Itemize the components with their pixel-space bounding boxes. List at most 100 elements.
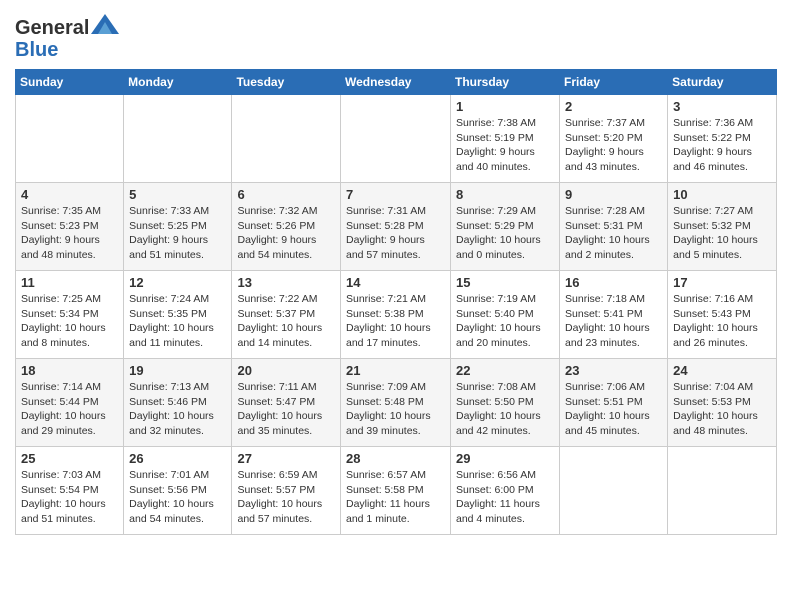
calendar-cell: 22 Sunrise: 7:08 AMSunset: 5:50 PMDayligh… [451,359,560,447]
logo: General Blue [15,14,119,61]
calendar-cell: 25 Sunrise: 7:03 AMSunset: 5:54 PMDayligh… [16,447,124,535]
day-info: Sunrise: 7:04 AMSunset: 5:53 PMDaylight:… [673,380,771,439]
day-info: Sunrise: 7:38 AMSunset: 5:19 PMDaylight:… [456,116,554,175]
calendar-cell: 10 Sunrise: 7:27 AMSunset: 5:32 PMDayligh… [668,183,777,271]
day-info: Sunrise: 7:35 AMSunset: 5:23 PMDaylight:… [21,204,118,263]
day-number: 1 [456,99,554,114]
day-number: 3 [673,99,771,114]
day-number: 25 [21,451,118,466]
calendar-cell: 19 Sunrise: 7:13 AMSunset: 5:46 PMDayligh… [124,359,232,447]
day-number: 24 [673,363,771,378]
calendar-cell: 9Sunrise: 7:28 AMSunset: 5:31 PMDaylight… [560,183,668,271]
day-info: Sunrise: 7:13 AMSunset: 5:46 PMDaylight:… [129,380,226,439]
col-header-saturday: Saturday [668,70,777,95]
day-number: 7 [346,187,445,202]
day-info: Sunrise: 7:18 AMSunset: 5:41 PMDaylight:… [565,292,662,351]
day-number: 15 [456,275,554,290]
calendar-cell: 2Sunrise: 7:37 AMSunset: 5:20 PMDaylight… [560,95,668,183]
logo-blue: Blue [15,39,58,61]
calendar-week-row: 11 Sunrise: 7:25 AMSunset: 5:34 PMDayligh… [16,271,777,359]
logo-icon [91,14,119,34]
day-info: Sunrise: 7:37 AMSunset: 5:20 PMDaylight:… [565,116,662,175]
calendar-cell: 16 Sunrise: 7:18 AMSunset: 5:41 PMDayligh… [560,271,668,359]
day-number: 5 [129,187,226,202]
day-number: 18 [21,363,118,378]
calendar-cell: 13Sunrise: 7:22 AMSunset: 5:37 PMDayligh… [232,271,341,359]
calendar-cell: 17Sunrise: 7:16 AMSunset: 5:43 PMDayligh… [668,271,777,359]
day-number: 21 [346,363,445,378]
day-info: Sunrise: 7:16 AMSunset: 5:43 PMDaylight:… [673,292,771,351]
logo-general: General [15,17,89,39]
day-number: 23 [565,363,662,378]
calendar-cell [232,95,341,183]
calendar-cell: 1 Sunrise: 7:38 AMSunset: 5:19 PMDaylight… [451,95,560,183]
day-number: 22 [456,363,554,378]
calendar-week-row: 4 Sunrise: 7:35 AMSunset: 5:23 PMDaylight… [16,183,777,271]
calendar-cell [560,447,668,535]
day-number: 4 [21,187,118,202]
day-info: Sunrise: 7:21 AMSunset: 5:38 PMDaylight:… [346,292,445,351]
calendar-cell: 14 Sunrise: 7:21 AMSunset: 5:38 PMDayligh… [341,271,451,359]
calendar-cell: 11 Sunrise: 7:25 AMSunset: 5:34 PMDayligh… [16,271,124,359]
calendar-week-row: 18 Sunrise: 7:14 AMSunset: 5:44 PMDayligh… [16,359,777,447]
day-info: Sunrise: 7:03 AMSunset: 5:54 PMDaylight:… [21,468,118,527]
calendar-cell: 4 Sunrise: 7:35 AMSunset: 5:23 PMDaylight… [16,183,124,271]
calendar-cell: 18 Sunrise: 7:14 AMSunset: 5:44 PMDayligh… [16,359,124,447]
day-info: Sunrise: 7:11 AMSunset: 5:47 PMDaylight:… [237,380,335,439]
logo-text: General Blue [15,14,119,61]
calendar-cell: 20 Sunrise: 7:11 AMSunset: 5:47 PMDayligh… [232,359,341,447]
day-number: 19 [129,363,226,378]
day-number: 26 [129,451,226,466]
calendar-cell [16,95,124,183]
day-number: 6 [237,187,335,202]
calendar-cell [668,447,777,535]
col-header-wednesday: Wednesday [341,70,451,95]
day-info: Sunrise: 7:19 AMSunset: 5:40 PMDaylight:… [456,292,554,351]
day-info: Sunrise: 7:06 AMSunset: 5:51 PMDaylight:… [565,380,662,439]
day-info: Sunrise: 7:25 AMSunset: 5:34 PMDaylight:… [21,292,118,351]
col-header-thursday: Thursday [451,70,560,95]
day-info: Sunrise: 7:28 AMSunset: 5:31 PMDaylight:… [565,204,662,263]
calendar-cell: 24 Sunrise: 7:04 AMSunset: 5:53 PMDayligh… [668,359,777,447]
calendar-cell: 27Sunrise: 6:59 AMSunset: 5:57 PMDayligh… [232,447,341,535]
calendar-cell: 29Sunrise: 6:56 AMSunset: 6:00 PMDayligh… [451,447,560,535]
calendar-cell: 6 Sunrise: 7:32 AMSunset: 5:26 PMDaylight… [232,183,341,271]
col-header-friday: Friday [560,70,668,95]
day-info: Sunrise: 7:24 AMSunset: 5:35 PMDaylight:… [129,292,226,351]
day-info: Sunrise: 7:01 AMSunset: 5:56 PMDaylight:… [129,468,226,527]
calendar-cell: 21 Sunrise: 7:09 AMSunset: 5:48 PMDayligh… [341,359,451,447]
day-number: 8 [456,187,554,202]
day-number: 11 [21,275,118,290]
day-number: 16 [565,275,662,290]
calendar-cell: 12 Sunrise: 7:24 AMSunset: 5:35 PMDayligh… [124,271,232,359]
day-number: 12 [129,275,226,290]
calendar-cell: 3 Sunrise: 7:36 AMSunset: 5:22 PMDaylight… [668,95,777,183]
calendar-cell: 8 Sunrise: 7:29 AMSunset: 5:29 PMDaylight… [451,183,560,271]
calendar-table: SundayMondayTuesdayWednesdayThursdayFrid… [15,69,777,535]
day-number: 20 [237,363,335,378]
calendar-cell: 23 Sunrise: 7:06 AMSunset: 5:51 PMDayligh… [560,359,668,447]
day-info: Sunrise: 7:27 AMSunset: 5:32 PMDaylight:… [673,204,771,263]
day-info: Sunrise: 7:14 AMSunset: 5:44 PMDaylight:… [21,380,118,439]
calendar-cell: 7 Sunrise: 7:31 AMSunset: 5:28 PMDaylight… [341,183,451,271]
day-info: Sunrise: 7:22 AMSunset: 5:37 PMDaylight:… [237,292,335,351]
col-header-sunday: Sunday [16,70,124,95]
day-info: Sunrise: 7:32 AMSunset: 5:26 PMDaylight:… [237,204,335,263]
calendar-cell [341,95,451,183]
day-number: 14 [346,275,445,290]
day-info: Sunrise: 7:31 AMSunset: 5:28 PMDaylight:… [346,204,445,263]
day-number: 28 [346,451,445,466]
col-header-tuesday: Tuesday [232,70,341,95]
calendar-cell [124,95,232,183]
col-header-monday: Monday [124,70,232,95]
day-info: Sunrise: 7:09 AMSunset: 5:48 PMDaylight:… [346,380,445,439]
calendar-cell: 15 Sunrise: 7:19 AMSunset: 5:40 PMDayligh… [451,271,560,359]
header: General Blue [15,10,777,61]
day-info: Sunrise: 7:36 AMSunset: 5:22 PMDaylight:… [673,116,771,175]
calendar-cell: 28Sunrise: 6:57 AMSunset: 5:58 PMDayligh… [341,447,451,535]
calendar-week-row: 1 Sunrise: 7:38 AMSunset: 5:19 PMDaylight… [16,95,777,183]
day-info: Sunrise: 7:08 AMSunset: 5:50 PMDaylight:… [456,380,554,439]
day-number: 27 [237,451,335,466]
day-number: 10 [673,187,771,202]
day-info: Sunrise: 7:29 AMSunset: 5:29 PMDaylight:… [456,204,554,263]
